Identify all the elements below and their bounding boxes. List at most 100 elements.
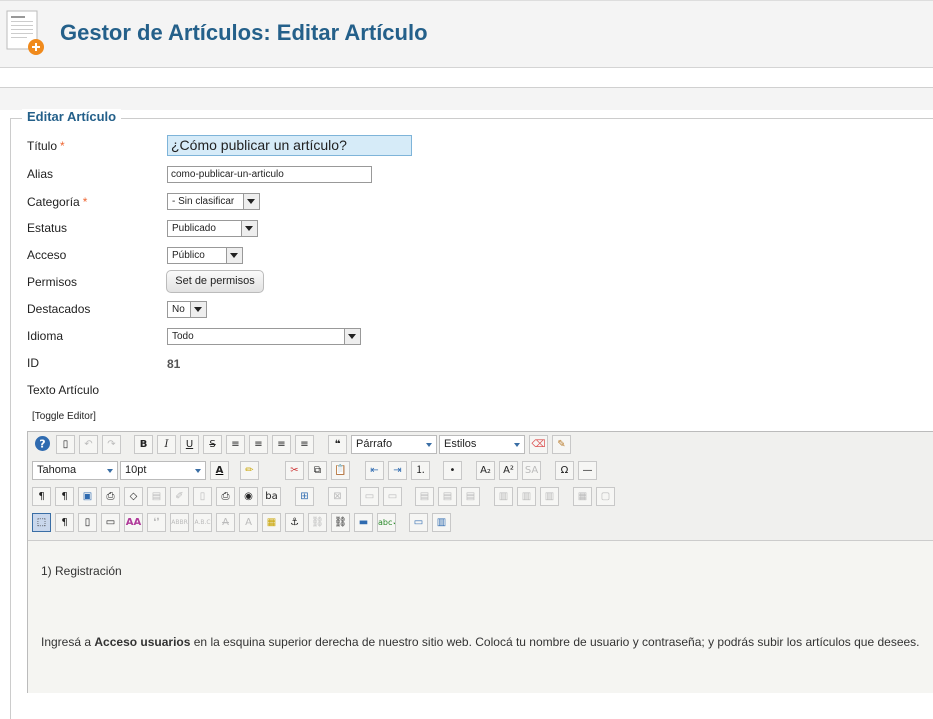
ltr-icon[interactable]: ¶ bbox=[32, 487, 51, 506]
article-text-label: Texto Artículo bbox=[27, 383, 100, 397]
insert-table-icon[interactable]: ⊞ bbox=[295, 487, 314, 506]
chevron-down-icon bbox=[424, 437, 435, 452]
insert-row-after-icon[interactable]: ▤ bbox=[438, 487, 457, 506]
chevron-down-icon bbox=[243, 194, 259, 209]
insertion-icon[interactable]: A bbox=[239, 513, 258, 532]
delete-row-icon[interactable]: ▤ bbox=[461, 487, 480, 506]
align-justify-icon[interactable]: ≡ bbox=[226, 435, 245, 454]
strikethrough-icon[interactable]: S bbox=[203, 435, 222, 454]
access-select[interactable]: Público bbox=[167, 247, 243, 264]
cleanup-brush-icon[interactable]: ✎ bbox=[552, 435, 571, 454]
align-left-icon[interactable]: ≡ bbox=[272, 435, 291, 454]
help-icon[interactable]: ? bbox=[33, 435, 52, 454]
language-select[interactable]: Todo bbox=[167, 328, 361, 345]
unlink-icon[interactable]: ⛓ bbox=[308, 513, 327, 532]
align-center-icon[interactable]: ≡ bbox=[249, 435, 268, 454]
special-character-icon[interactable]: Ω bbox=[555, 461, 574, 480]
superscript-icon[interactable]: A² bbox=[499, 461, 518, 480]
link-icon[interactable]: ⛓ bbox=[331, 513, 350, 532]
bold-icon[interactable]: B bbox=[134, 435, 153, 454]
insert-col-after-icon[interactable]: ▥ bbox=[517, 487, 536, 506]
article-add-icon bbox=[6, 10, 44, 55]
style-props-icon[interactable]: AA bbox=[124, 513, 143, 532]
title-label: Título * bbox=[27, 139, 65, 153]
status-value: Publicado bbox=[172, 223, 216, 234]
font-family-select[interactable]: Tahoma bbox=[32, 461, 118, 480]
page-title: Gestor de Artículos: Editar Artículo bbox=[60, 20, 428, 45]
visual-aid-icon[interactable]: ⬚ bbox=[32, 513, 51, 532]
insert-row-before-icon[interactable]: ▤ bbox=[415, 487, 434, 506]
cite-icon[interactable]: ❛❜ bbox=[147, 513, 166, 532]
template-icon[interactable]: ▤ bbox=[147, 487, 166, 506]
ordered-list-icon[interactable]: ⒈ bbox=[411, 461, 430, 480]
toggle-editor-link[interactable]: [Toggle Editor] bbox=[32, 411, 96, 422]
eraser-icon[interactable]: ⌫ bbox=[529, 435, 548, 454]
highlight-color-icon[interactable]: ✏ bbox=[240, 461, 259, 480]
layout-icon[interactable]: ▭ bbox=[409, 513, 428, 532]
redo-icon[interactable]: ↷ bbox=[102, 435, 121, 454]
horizontal-rule-icon[interactable]: — bbox=[578, 461, 597, 480]
permissions-button[interactable]: Set de permisos bbox=[166, 270, 264, 293]
deletion-icon[interactable]: A bbox=[216, 513, 235, 532]
show-blocks-icon[interactable]: ¶ bbox=[55, 513, 74, 532]
acronym-icon[interactable]: A.B.C bbox=[193, 513, 212, 532]
columns-icon[interactable]: ▥ bbox=[432, 513, 451, 532]
category-select[interactable]: - Sin clasificar bbox=[167, 193, 260, 210]
insert-media-icon[interactable]: ▬ bbox=[354, 513, 373, 532]
absolute-icon[interactable]: ▭ bbox=[101, 513, 120, 532]
unordered-list-icon[interactable]: • bbox=[443, 461, 462, 480]
subscript-icon[interactable]: A₂ bbox=[476, 461, 495, 480]
table-cell-props-icon[interactable]: ▭ bbox=[383, 487, 402, 506]
cut-icon[interactable]: ✂ bbox=[285, 461, 304, 480]
copy-icon[interactable]: ⧉ bbox=[308, 461, 327, 480]
italic-icon[interactable]: I bbox=[157, 435, 176, 454]
edit-icon[interactable]: ✐ bbox=[170, 487, 189, 506]
content-paragraph-2: Ingresá a Acceso usuarios en la esquina … bbox=[41, 634, 926, 650]
insert-col-before-icon[interactable]: ▥ bbox=[494, 487, 513, 506]
toolbar-row-3: ¶ ¶ ▣ ⎙ ◇ ▤ ✐ ▯ ⎙ ◉ ba ⊞ ⊠ ▭ ▭ ▤ ▤ ▤ ▥ ▥… bbox=[28, 485, 933, 509]
text-color-icon[interactable]: A bbox=[210, 461, 229, 480]
outdent-icon[interactable]: ⇤ bbox=[365, 461, 384, 480]
title-label-text: Título bbox=[27, 139, 58, 153]
font-size-select[interactable]: 10pt bbox=[120, 461, 206, 480]
fullscreen-icon[interactable]: ▣ bbox=[78, 487, 97, 506]
styles-select[interactable]: Estilos bbox=[439, 435, 525, 454]
rtl-icon[interactable]: ¶ bbox=[55, 487, 74, 506]
character-format-icon[interactable]: SA bbox=[522, 461, 541, 480]
paste-icon[interactable]: 📋 bbox=[331, 461, 350, 480]
category-label-text: Categoría bbox=[27, 195, 80, 209]
alias-input[interactable]: como-publicar-un-articulo bbox=[167, 166, 372, 183]
html-source-icon[interactable]: ◇ bbox=[124, 487, 143, 506]
paragraph-2-bold-text: Acceso usuarios bbox=[94, 635, 191, 649]
blockquote-icon[interactable]: ❝ bbox=[328, 435, 347, 454]
featured-select[interactable]: No bbox=[167, 301, 207, 318]
abbr-icon[interactable]: ABBR bbox=[170, 513, 189, 532]
alias-label: Alias bbox=[27, 167, 54, 181]
document-icon[interactable]: ▯ bbox=[193, 487, 212, 506]
find-icon[interactable]: ◉ bbox=[239, 487, 258, 506]
merge-cells-icon[interactable]: ▢ bbox=[596, 487, 615, 506]
delete-table-icon[interactable]: ⊠ bbox=[328, 487, 347, 506]
anchor-icon[interactable]: ⚓ bbox=[285, 513, 304, 532]
format-select[interactable]: Párrafo bbox=[351, 435, 437, 454]
print-icon[interactable]: ⎙ bbox=[216, 487, 235, 506]
delete-col-icon[interactable]: ▥ bbox=[540, 487, 559, 506]
indent-icon[interactable]: ⇥ bbox=[388, 461, 407, 480]
title-input[interactable]: ¿Cómo publicar un artículo? bbox=[167, 135, 412, 156]
table-row-props-icon[interactable]: ▭ bbox=[360, 487, 379, 506]
new-document-icon[interactable]: ▯ bbox=[56, 435, 75, 454]
status-select[interactable]: Publicado bbox=[167, 220, 258, 237]
chevron-down-icon bbox=[344, 329, 360, 344]
undo-icon[interactable]: ↶ bbox=[79, 435, 98, 454]
insert-image-icon[interactable]: ▦ bbox=[262, 513, 281, 532]
category-label: Categoría * bbox=[27, 195, 87, 209]
preview-icon[interactable]: ⎙ bbox=[101, 487, 120, 506]
align-right-icon[interactable]: ≡ bbox=[295, 435, 314, 454]
editor-content-area[interactable]: 1) Registración Ingresá a Acceso usuario… bbox=[28, 540, 933, 693]
spellcheck-icon[interactable]: abc✓ bbox=[377, 513, 396, 532]
underline-icon[interactable]: U bbox=[180, 435, 199, 454]
insert-layer-icon[interactable]: ▯ bbox=[78, 513, 97, 532]
fieldset-legend: Editar Artículo bbox=[22, 109, 122, 124]
split-cells-icon[interactable]: ▦ bbox=[573, 487, 592, 506]
replace-icon[interactable]: ba bbox=[262, 487, 281, 506]
